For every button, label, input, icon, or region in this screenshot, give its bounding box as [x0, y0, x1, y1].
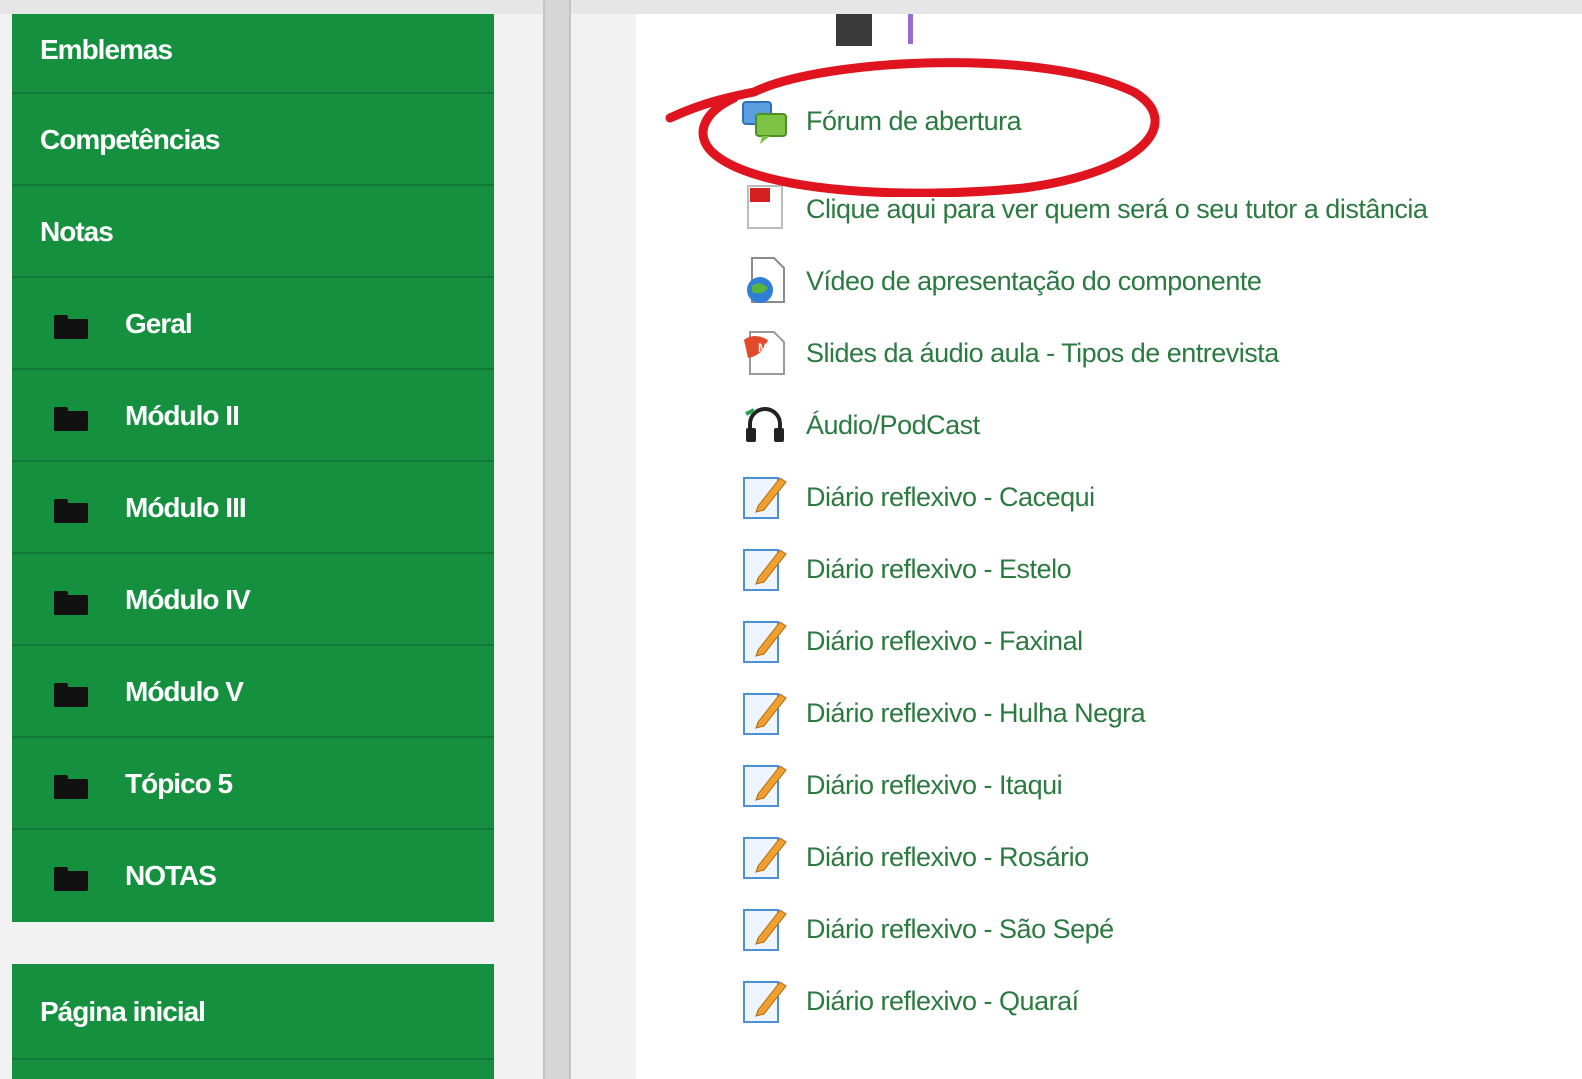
sidebar-item-label: Página inicial: [40, 996, 206, 1027]
sidebar-item-topico-5[interactable]: Tópico 5: [12, 738, 494, 830]
sidebar-item-modulo-ii[interactable]: Módulo II: [12, 370, 494, 462]
activity-label: Diário reflexivo - Rosário: [806, 842, 1089, 872]
top-strip: [0, 0, 1582, 14]
sidebar-item-label: Geral: [125, 308, 193, 339]
sidebar-nav: Emblemas Competências Notas Geral Módulo…: [12, 14, 494, 922]
folder-icon: [54, 867, 88, 891]
journal-icon: [743, 765, 787, 807]
folder-icon: [54, 591, 88, 615]
activity-label: Diário reflexivo - Cacequi: [806, 482, 1095, 512]
headphones-icon: [745, 407, 784, 442]
activity-slides[interactable]: M Slides da áudio aula - Tipos de entrev…: [740, 328, 1580, 380]
partial-marker: [908, 14, 913, 44]
sidebar-item-label: Módulo V: [125, 676, 244, 707]
activity-label: Diário reflexivo - Hulha Negra: [806, 698, 1146, 728]
activity-label: Áudio/PodCast: [806, 410, 980, 440]
activity-audio[interactable]: Áudio/PodCast: [740, 400, 1580, 452]
sidebar-item-label: Módulo III: [125, 492, 247, 523]
slides-icon: M: [744, 331, 785, 375]
journal-icon: [743, 909, 787, 951]
sidebar-item-emblemas[interactable]: Emblemas: [12, 14, 494, 94]
activity-journal-estelo[interactable]: Diário reflexivo - Estelo: [740, 544, 1580, 596]
activity-journal-quarai[interactable]: Diário reflexivo - Quaraí: [740, 976, 1580, 1028]
activity-label: Diário reflexivo - Quaraí: [806, 986, 1079, 1016]
journal-icon: [743, 693, 787, 735]
journal-icon: [743, 837, 787, 879]
sidebar-item-modulo-iv[interactable]: Módulo IV: [12, 554, 494, 646]
folder-icon: [54, 407, 88, 431]
activity-label: Diário reflexivo - Faxinal: [806, 626, 1083, 656]
svg-text:M: M: [758, 341, 768, 355]
journal-icon: [743, 549, 787, 591]
sidebar-item-notas-folder[interactable]: NOTAS: [12, 830, 494, 922]
sidebar-item-geral[interactable]: Geral: [12, 278, 494, 370]
sidebar-item-label: Tópico 5: [125, 768, 233, 799]
journal-icon: [743, 621, 787, 663]
activity-video[interactable]: Vídeo de apresentação do componente: [740, 256, 1580, 308]
activity-label: Diário reflexivo - Estelo: [806, 554, 1072, 584]
sidebar-item-label: Módulo IV: [125, 584, 251, 615]
folder-icon: [54, 775, 88, 799]
sidebar-item-pagina-inicial[interactable]: Página inicial: [12, 964, 494, 1060]
activity-label: Clique aqui para ver quem será o seu tut…: [806, 194, 1428, 224]
folder-icon: [54, 315, 88, 339]
activity-label: Diário reflexivo - Itaqui: [806, 770, 1063, 800]
highlight-circle: [665, 58, 1160, 197]
activity-journal-sao-sepe[interactable]: Diário reflexivo - São Sepé: [740, 904, 1580, 956]
folder-icon: [54, 683, 88, 707]
sidebar-item-label: Emblemas: [40, 34, 173, 65]
activity-journal-faxinal[interactable]: Diário reflexivo - Faxinal: [740, 616, 1580, 668]
activity-label: Slides da áudio aula - Tipos de entrevis…: [806, 338, 1279, 368]
sidebar-item-label: Notas: [40, 216, 114, 247]
activity-journal-rosario[interactable]: Diário reflexivo - Rosário: [740, 832, 1580, 884]
folder-icon: [54, 499, 88, 523]
activity-journal-hulha-negra[interactable]: Diário reflexivo - Hulha Negra: [740, 688, 1580, 740]
sidebar-item-label: NOTAS: [125, 860, 217, 891]
activity-journal-itaqui[interactable]: Diário reflexivo - Itaqui: [740, 760, 1580, 812]
sidebar-item-notas[interactable]: Notas: [12, 186, 494, 278]
journal-icon: [743, 477, 787, 519]
home-block: Página inicial: [12, 964, 494, 1079]
sidebar-item-competencias[interactable]: Competências: [12, 94, 494, 186]
activity-journal-cacequi[interactable]: Diário reflexivo - Cacequi: [740, 472, 1580, 524]
sidebar-item-label: Módulo II: [125, 400, 240, 431]
sidebar-gap: [12, 932, 494, 964]
journal-icon: [743, 981, 787, 1023]
activity-label: Vídeo de apresentação do componente: [806, 266, 1262, 296]
partial-icon: [836, 14, 872, 46]
sidebar-item-label: Competências: [40, 124, 220, 155]
video-icon: [747, 257, 785, 303]
activity-label: Diário reflexivo - São Sepé: [806, 914, 1114, 944]
column-divider: [543, 0, 571, 1079]
sidebar-item-modulo-v[interactable]: Módulo V: [12, 646, 494, 738]
sidebar-item-modulo-iii[interactable]: Módulo III: [12, 462, 494, 554]
